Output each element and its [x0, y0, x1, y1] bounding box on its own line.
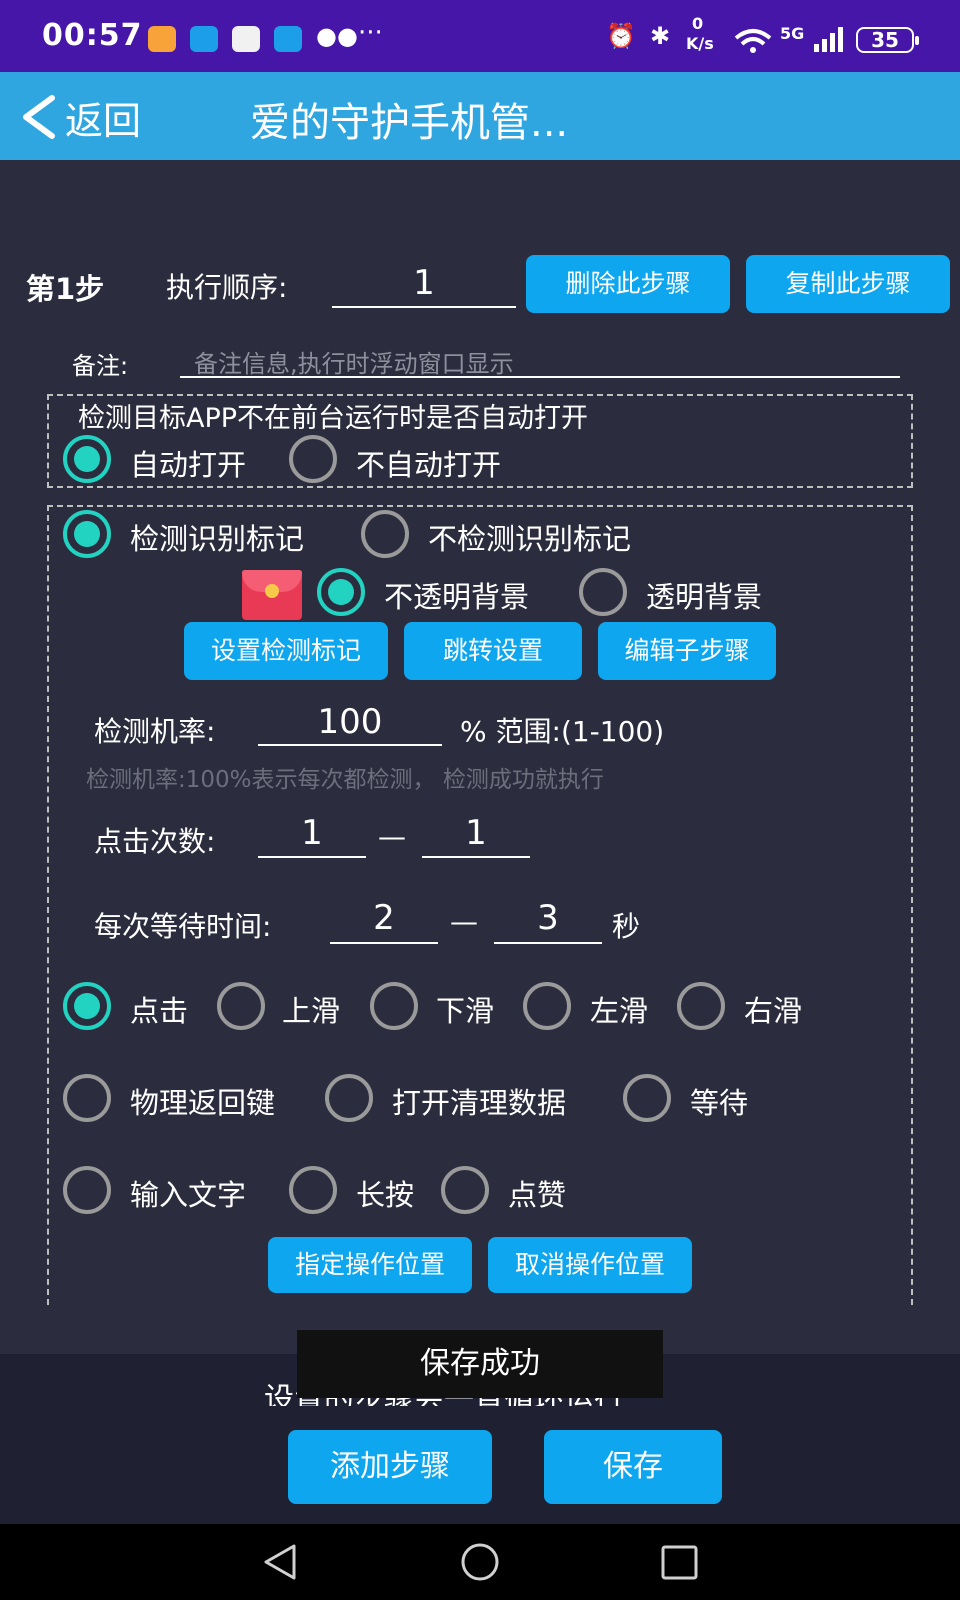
- jump-settings-button[interactable]: 跳转设置: [404, 622, 582, 680]
- note-input[interactable]: 备注信息,执行时浮动窗口显示: [180, 334, 900, 378]
- radio-label-open-clear-data: 打开清理数据: [392, 1086, 567, 1120]
- app-header: 返回 爱的守护手机管...: [0, 72, 960, 160]
- radio-label-auto-open: 自动打开: [130, 448, 247, 482]
- order-input[interactable]: 1: [332, 258, 516, 308]
- nav-home-icon[interactable]: [458, 1542, 502, 1582]
- radio-action-click[interactable]: [63, 982, 111, 1030]
- radio-action-input-text[interactable]: [63, 1166, 111, 1214]
- auto-open-title: 检测目标APP不在前台运行时是否自动打开: [78, 403, 589, 434]
- radio-action-swipe-right[interactable]: [677, 982, 725, 1030]
- edit-substep-button[interactable]: 编辑子步骤: [598, 622, 776, 680]
- radio-label-no-auto-open: 不自动打开: [356, 448, 502, 482]
- radio-label-input-text: 输入文字: [130, 1178, 247, 1212]
- step-label: 第1步: [26, 272, 105, 306]
- set-position-button[interactable]: 指定操作位置: [268, 1237, 472, 1293]
- radio-action-long-press[interactable]: [289, 1166, 337, 1214]
- radio-action-like[interactable]: [441, 1166, 489, 1214]
- signal-icon: [814, 27, 843, 52]
- back-button[interactable]: 返回: [65, 90, 141, 145]
- notification-book-icon: [232, 26, 260, 52]
- nav-recents-icon[interactable]: [660, 1544, 700, 1582]
- wechat-icon: ●●: [316, 22, 358, 50]
- radio-label-swipe-right: 右滑: [744, 994, 803, 1028]
- clicks-dash: —: [378, 820, 406, 853]
- radio-label-swipe-down: 下滑: [436, 994, 495, 1028]
- clicks-min-input[interactable]: 1: [258, 808, 366, 858]
- nav-back-icon[interactable]: [260, 1542, 300, 1582]
- notification-app-icon: [148, 26, 176, 52]
- net-speed-value: 0: [692, 14, 704, 33]
- net-speed-unit: K/s: [686, 34, 714, 53]
- more-notifications-icon: ···: [358, 18, 383, 48]
- order-label: 执行顺序:: [166, 271, 288, 304]
- copy-step-button[interactable]: 复制此步骤: [746, 255, 950, 313]
- alarm-icon: ⏰: [606, 22, 636, 50]
- radio-action-swipe-down[interactable]: [370, 982, 418, 1030]
- wait-min-input[interactable]: 2: [330, 892, 438, 944]
- wait-unit: 秒: [612, 910, 641, 943]
- radio-label-opaque-bg: 不透明背景: [384, 580, 530, 614]
- rate-input[interactable]: 100: [258, 698, 442, 746]
- clicks-max-input[interactable]: 1: [422, 808, 530, 858]
- radio-label-transparent-bg: 透明背景: [646, 580, 763, 614]
- status-time: 00:57: [42, 18, 143, 53]
- wait-dash: —: [450, 905, 478, 938]
- radio-action-wait[interactable]: [623, 1074, 671, 1122]
- radio-opaque-bg[interactable]: [317, 568, 365, 616]
- wait-max-input[interactable]: 3: [494, 892, 602, 944]
- bluetooth-icon: ✱: [650, 22, 671, 50]
- radio-label-swipe-left: 左滑: [590, 994, 649, 1028]
- radio-label-no-detect-marker: 不检测识别标记: [428, 522, 632, 556]
- radio-label-swipe-up: 上滑: [282, 994, 341, 1028]
- set-marker-button[interactable]: 设置检测标记: [184, 622, 388, 680]
- radio-no-auto-open[interactable]: [289, 435, 337, 483]
- cancel-position-button[interactable]: 取消操作位置: [488, 1237, 692, 1293]
- radio-action-swipe-left[interactable]: [523, 982, 571, 1030]
- radio-auto-open[interactable]: [63, 435, 111, 483]
- red-envelope-icon: [242, 570, 302, 620]
- radio-transparent-bg[interactable]: [579, 568, 627, 616]
- page-title: 爱的守护手机管...: [250, 100, 569, 146]
- radio-detect-marker[interactable]: [63, 510, 111, 558]
- rate-hint: 检测机率:100%表示每次都检测， 检测成功就执行: [86, 767, 604, 793]
- add-step-button[interactable]: 添加步骤: [288, 1430, 492, 1504]
- radio-action-back-key[interactable]: [63, 1074, 111, 1122]
- rate-label: 检测机率:: [94, 715, 216, 748]
- wait-label: 每次等待时间:: [94, 910, 272, 943]
- status-bar: 00:57 ●● ··· ⏰ ✱ 0 K/s 5G 35: [0, 0, 960, 72]
- radio-label-detect-marker: 检测识别标记: [130, 522, 305, 556]
- delete-step-button[interactable]: 删除此步骤: [526, 255, 730, 313]
- radio-label-wait: 等待: [690, 1086, 749, 1120]
- radio-label-back-key: 物理返回键: [130, 1086, 276, 1120]
- system-nav-bar: [0, 1524, 960, 1600]
- radio-label-click: 点击: [130, 994, 189, 1028]
- rate-range: % 范围:(1-100): [460, 715, 665, 748]
- radio-label-like: 点赞: [508, 1178, 567, 1212]
- wifi-icon: [734, 29, 772, 53]
- toast-message: 保存成功: [297, 1330, 663, 1398]
- radio-action-swipe-up[interactable]: [217, 982, 265, 1030]
- radio-no-detect-marker[interactable]: [361, 510, 409, 558]
- save-button[interactable]: 保存: [544, 1430, 722, 1504]
- clicks-label: 点击次数:: [94, 825, 216, 858]
- battery-icon: 35: [856, 27, 919, 53]
- note-placeholder: 备注信息,执行时浮动窗口显示: [194, 350, 514, 378]
- notification-app-icon: [190, 26, 218, 52]
- notification-app-icon: [274, 26, 302, 52]
- note-label: 备注:: [72, 352, 129, 380]
- radio-action-open-clear-data[interactable]: [325, 1074, 373, 1122]
- back-arrow-icon[interactable]: [18, 94, 58, 140]
- radio-label-long-press: 长按: [356, 1178, 415, 1212]
